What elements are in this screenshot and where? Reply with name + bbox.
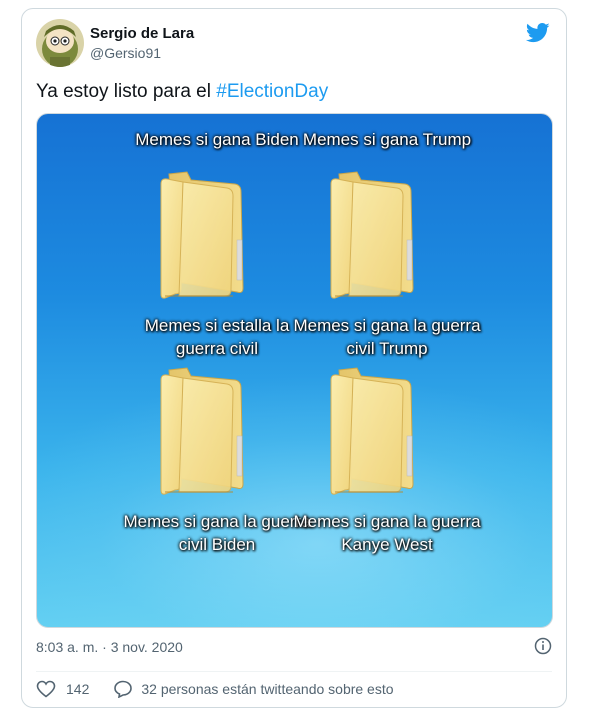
hashtag-link[interactable]: #ElectionDay (216, 81, 328, 102)
folder-icon[interactable] (157, 366, 247, 506)
folder-label: Memes si gana Biden (135, 130, 299, 149)
folder-label: Memes si gana la guerra civil Biden (123, 512, 311, 554)
folder-label: Memes si gana la guerra Kanye West (293, 512, 481, 554)
folder-icon[interactable] (327, 366, 417, 506)
tweet-media-image[interactable]: Memes si gana Biden Memes si gana Trump … (36, 113, 553, 628)
tweet-text: Ya estoy listo para el #ElectionDay (36, 81, 328, 103)
avatar[interactable] (36, 19, 84, 67)
folder-label: Memes si estalla la guerra civil (144, 316, 290, 358)
reply-bubble-icon[interactable] (113, 680, 133, 698)
folder-label: Memes si gana la guerra civil Trump (293, 316, 481, 358)
twitter-bird-icon[interactable] (526, 23, 550, 43)
conversation-link[interactable]: 32 personas están twitteando sobre esto (141, 681, 393, 697)
author-name[interactable]: Sergio de Lara (90, 25, 194, 42)
folder-icon[interactable] (327, 170, 417, 310)
author-handle[interactable]: @Gersio91 (90, 45, 161, 61)
folder-icon[interactable] (157, 170, 247, 310)
divider (36, 671, 552, 672)
desktop-wallpaper-glow (37, 374, 552, 627)
like-count[interactable]: 142 (66, 681, 89, 697)
heart-icon[interactable] (36, 680, 56, 698)
avatar-image (36, 19, 84, 67)
tweet-text-body: Ya estoy listo para el (36, 81, 217, 102)
folder-label: Memes si gana Trump (302, 130, 472, 149)
tweet-card: Sergio de Lara @Gersio91 Ya estoy listo … (21, 8, 567, 708)
tweet-timestamp[interactable]: 8:03 a. m. · 3 nov. 2020 (36, 639, 183, 655)
info-icon[interactable] (534, 637, 552, 655)
tweet-actions: 142 32 personas están twitteando sobre e… (36, 679, 394, 699)
